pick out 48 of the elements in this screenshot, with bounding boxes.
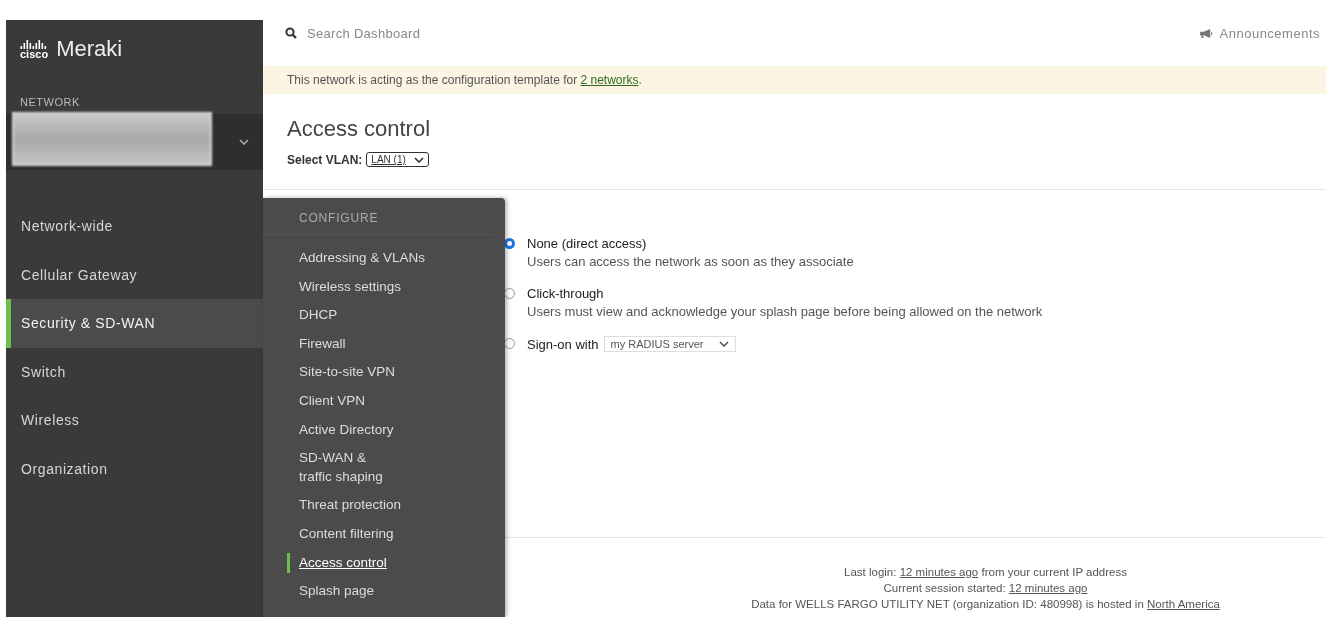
footer-line: Current session started: 12 minutes ago [883,581,1088,596]
search-icon [285,27,297,39]
menu-item[interactable]: Addressing & VLANs [263,244,505,273]
sidebar-item[interactable]: Wireless [1,396,263,445]
menu-item[interactable]: Firewall [263,329,505,359]
link[interactable]: 12 minutes ago [1008,582,1088,594]
menu-item[interactable]: Content filtering [263,519,505,549]
caret-icon [239,139,249,145]
megaphone-icon [1198,27,1214,39]
menu-item[interactable]: DHCP [263,301,505,330]
sidebar-item[interactable]: Cellular Gateway [1,250,263,299]
sidebar-item[interactable]: Switch [1,347,263,396]
link[interactable]: North America [1147,598,1220,610]
page-title: Access control [287,116,432,142]
menu-item[interactable]: Client VPN [263,386,505,416]
option-description: Users can access the network as soon as they associate [527,254,854,269]
option-label: None (direct access) [527,236,647,251]
search-field[interactable]: Search Dashboard [285,25,421,41]
sidebar-item[interactable]: Security & SD-WAN [6,299,263,348]
vlan-label: Select VLAN: [287,152,363,167]
link[interactable]: 2 networks [580,73,639,87]
section-label: NETWORK [19,95,81,108]
server-select[interactable]: my RADIUS server [603,336,737,352]
footer-line: Data for WELLS FARGO UTILITY NET (organization ID: 480998) is hosted in North America [751,597,1220,612]
vlan-select[interactable]: LAN (1) [366,152,429,167]
brand-name: Meraki [56,36,123,62]
option-label: Sign-on with [527,336,599,352]
menu-item[interactable]: SD-WAN & traffic shaping [263,444,505,492]
caret-icon [719,341,730,347]
banner-text: This network is acting as the configuration template for 2 networks. [287,73,642,87]
option-description: Users must view and acknowledge your splash page before being allowed on the network [527,304,1043,319]
footer-line: Last login: 12 minutes ago from your current IP address [844,565,1127,580]
menu-heading: CONFIGURE [299,211,379,225]
announcements-link[interactable]: Announcements [1198,25,1320,41]
menu-item[interactable]: Access control [263,548,505,578]
menu-item[interactable]: Splash page [263,577,505,606]
sidebar-item[interactable]: Organization [1,444,263,493]
menu-item[interactable]: Threat protection [263,491,505,520]
logo-bars-icon [20,39,49,49]
menu-item[interactable]: Wireless settings [263,272,505,302]
network-dropdown[interactable] [6,114,263,170]
caret-icon [413,156,424,163]
option-label: Click-through [527,286,604,301]
logo-text: cisco [20,48,49,59]
sidebar-item[interactable]: Network-wide [1,202,263,251]
menu-item[interactable]: Active Directory [263,415,505,445]
link[interactable]: 12 minutes ago [899,566,979,578]
menu-item[interactable]: Site-to-site VPN [263,358,505,387]
